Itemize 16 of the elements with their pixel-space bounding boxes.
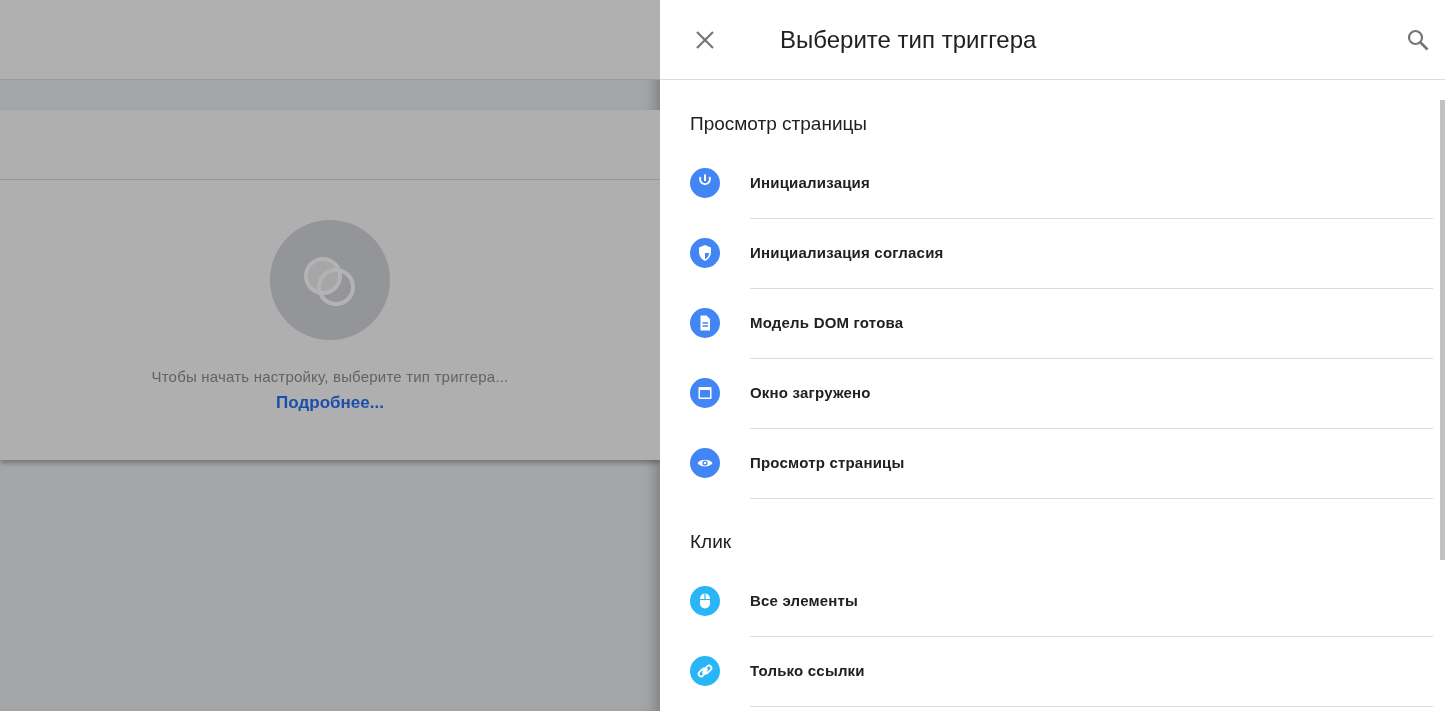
trigger-type-item[interactable]: Все элементы: [690, 566, 1433, 636]
trigger-type-item[interactable]: Только ссылки: [690, 636, 1433, 706]
panel-title: Выберите тип триггера: [780, 25, 1038, 54]
trigger-type-item[interactable]: Инициализация согласия: [690, 218, 1433, 288]
trigger-type-item[interactable]: Инициализация: [690, 148, 1433, 218]
trigger-type-item[interactable]: Окно загружено: [690, 358, 1433, 428]
empty-state-message: Чтобы начать настройку, выберите тип триггера...: [151, 368, 509, 385]
search-icon: [1407, 28, 1429, 51]
trigger-type-item[interactable]: Просмотр страницы: [690, 428, 1433, 498]
scrollbar[interactable]: [1440, 100, 1445, 560]
section-heading: Просмотр страницы: [690, 112, 869, 136]
close-icon: [695, 29, 715, 50]
learn-more-link[interactable]: Подробнее...: [276, 393, 384, 413]
overlapping-circles-icon: [270, 220, 390, 340]
section-heading: Клик: [690, 530, 733, 554]
trigger-type-item[interactable]: Модель DOM готова: [690, 288, 1433, 358]
